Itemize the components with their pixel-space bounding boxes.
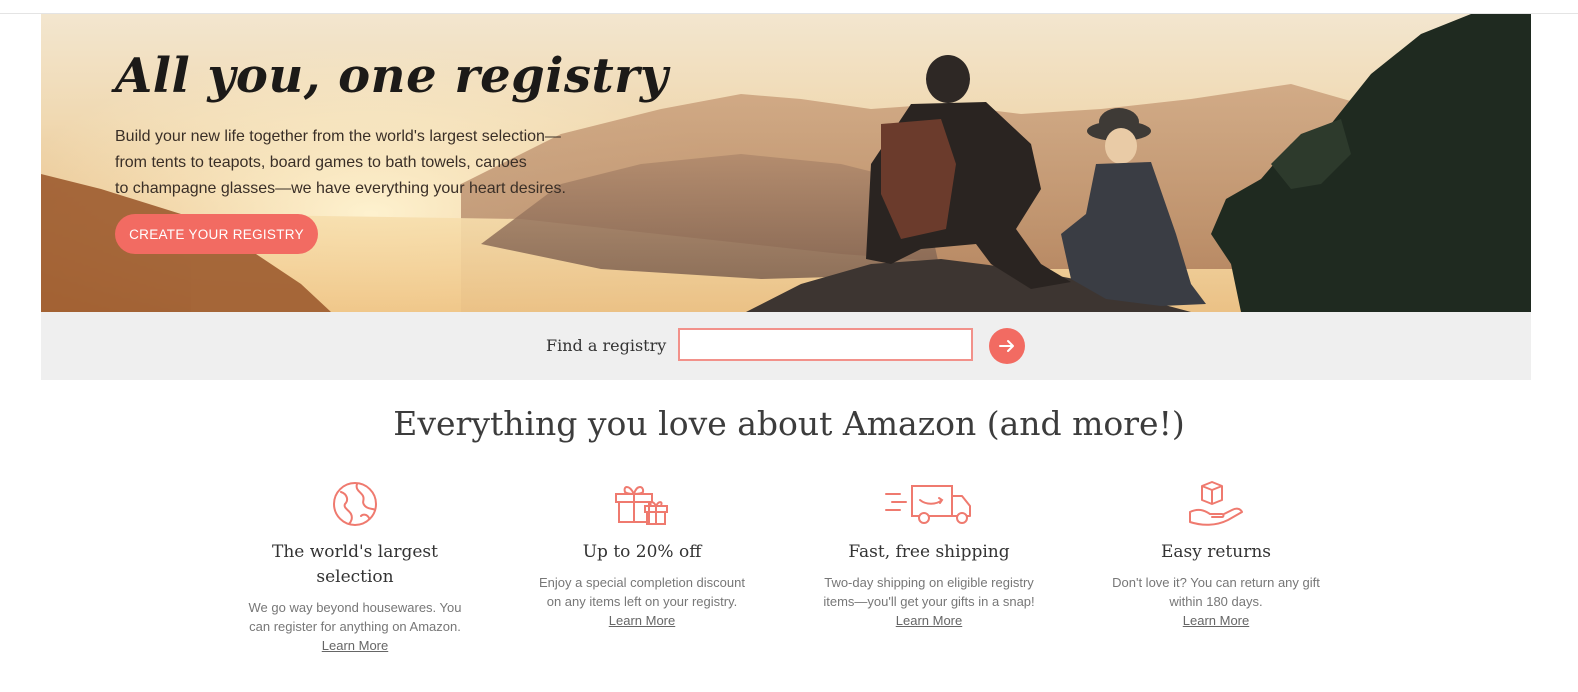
- hero-description-line: Build your new life together from the wo…: [115, 128, 561, 145]
- learn-more-link[interactable]: Learn More: [1183, 611, 1249, 630]
- hero-description-line: from tents to teapots, board games to ba…: [115, 154, 527, 171]
- feature-description-line: items—you'll get your gifts in a snap!: [823, 594, 1035, 609]
- hero-description-line: to champagne glasses—we have everything …: [115, 180, 566, 197]
- feature-title: The world's largest selection: [235, 540, 475, 590]
- feature-shipping: Fast, free shipping Two-day shipping on …: [809, 480, 1049, 630]
- feature-title-line: selection: [316, 567, 394, 587]
- feature-description: We go way beyond housewares. You can reg…: [235, 598, 475, 636]
- feature-description: Don't love it? You can return any gift w…: [1096, 573, 1336, 611]
- feature-description: Two-day shipping on eligible registry it…: [809, 573, 1049, 611]
- box-in-hand-icon: [1189, 481, 1243, 526]
- globe-icon: [333, 482, 377, 526]
- feature-title-line: The world's largest: [272, 542, 438, 562]
- feature-selection: The world's largest selection We go way …: [235, 480, 475, 655]
- create-registry-button[interactable]: CREATE YOUR REGISTRY: [115, 214, 318, 254]
- feature-description-line: on any items left on your registry.: [546, 594, 738, 609]
- hero-title: All you, one registry: [115, 48, 669, 104]
- arrow-right-icon: [999, 340, 1014, 352]
- find-registry-bar: Find a registry: [41, 312, 1531, 380]
- learn-more-link[interactable]: Learn More: [322, 636, 388, 655]
- feature-description-line: Enjoy a special completion discount: [539, 575, 745, 590]
- gift-icon: [615, 486, 668, 525]
- hero-description: Build your new life together from the wo…: [115, 124, 615, 202]
- hero-banner: All you, one registry Build your new lif…: [41, 14, 1531, 312]
- feature-description-line: We go way beyond housewares. You: [248, 600, 462, 615]
- feature-description-line: Two-day shipping on eligible registry: [824, 575, 1034, 590]
- feature-discount: Up to 20% off Enjoy a special completion…: [522, 480, 762, 630]
- section-title: Everything you love about Amazon (and mo…: [393, 404, 1185, 443]
- feature-title: Up to 20% off: [522, 540, 762, 565]
- feature-title-line: Easy returns: [1160, 542, 1272, 562]
- feature-returns: Easy returns Don't love it? You can retu…: [1096, 480, 1336, 630]
- feature-title-line: Up to 20% off: [582, 542, 702, 562]
- find-registry-input[interactable]: [678, 328, 973, 361]
- learn-more-link[interactable]: Learn More: [896, 611, 962, 630]
- feature-title-line: Fast, free shipping: [848, 542, 1010, 562]
- delivery-truck-icon: [885, 485, 971, 524]
- feature-title: Easy returns: [1096, 540, 1336, 565]
- feature-description-line: within 180 days.: [1169, 594, 1263, 609]
- find-registry-submit-button[interactable]: [989, 328, 1025, 364]
- feature-description: Enjoy a special completion discount on a…: [522, 573, 762, 611]
- learn-more-link[interactable]: Learn More: [609, 611, 675, 630]
- feature-title: Fast, free shipping: [809, 540, 1049, 565]
- feature-description-line: can register for anything on Amazon.: [249, 619, 461, 634]
- find-registry-label: Find a registry: [546, 336, 667, 355]
- feature-description-line: Don't love it? You can return any gift: [1112, 575, 1320, 590]
